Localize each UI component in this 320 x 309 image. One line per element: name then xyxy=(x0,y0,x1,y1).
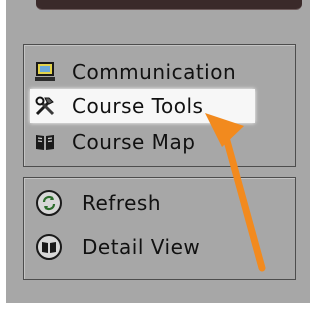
course-menu: Communication Course Tools Course Map xyxy=(23,44,296,167)
menu-item-label: Detail View xyxy=(82,235,201,259)
menu-item-course-tools[interactable]: Course Tools xyxy=(30,89,255,123)
menu-item-communication[interactable]: Communication xyxy=(34,55,295,89)
menu-item-label: Refresh xyxy=(82,191,162,215)
menu-item-label: Course Map xyxy=(72,130,196,154)
menu-item-course-map[interactable]: Course Map xyxy=(34,125,295,159)
monitor-icon xyxy=(34,61,56,83)
view-menu: Refresh Detail View xyxy=(23,177,296,280)
book-icon xyxy=(34,131,56,153)
menu-item-label: Course Tools xyxy=(72,94,204,118)
menu-item-refresh[interactable]: Refresh xyxy=(36,186,295,220)
menu-item-label: Communication xyxy=(72,60,237,84)
menu-item-detail-view[interactable]: Detail View xyxy=(36,230,295,264)
top-bar xyxy=(36,0,302,10)
refresh-icon xyxy=(36,190,62,216)
side-panel: Communication Course Tools Course Map Re… xyxy=(6,0,310,303)
tools-icon xyxy=(34,95,56,117)
detail-view-icon xyxy=(36,234,62,260)
